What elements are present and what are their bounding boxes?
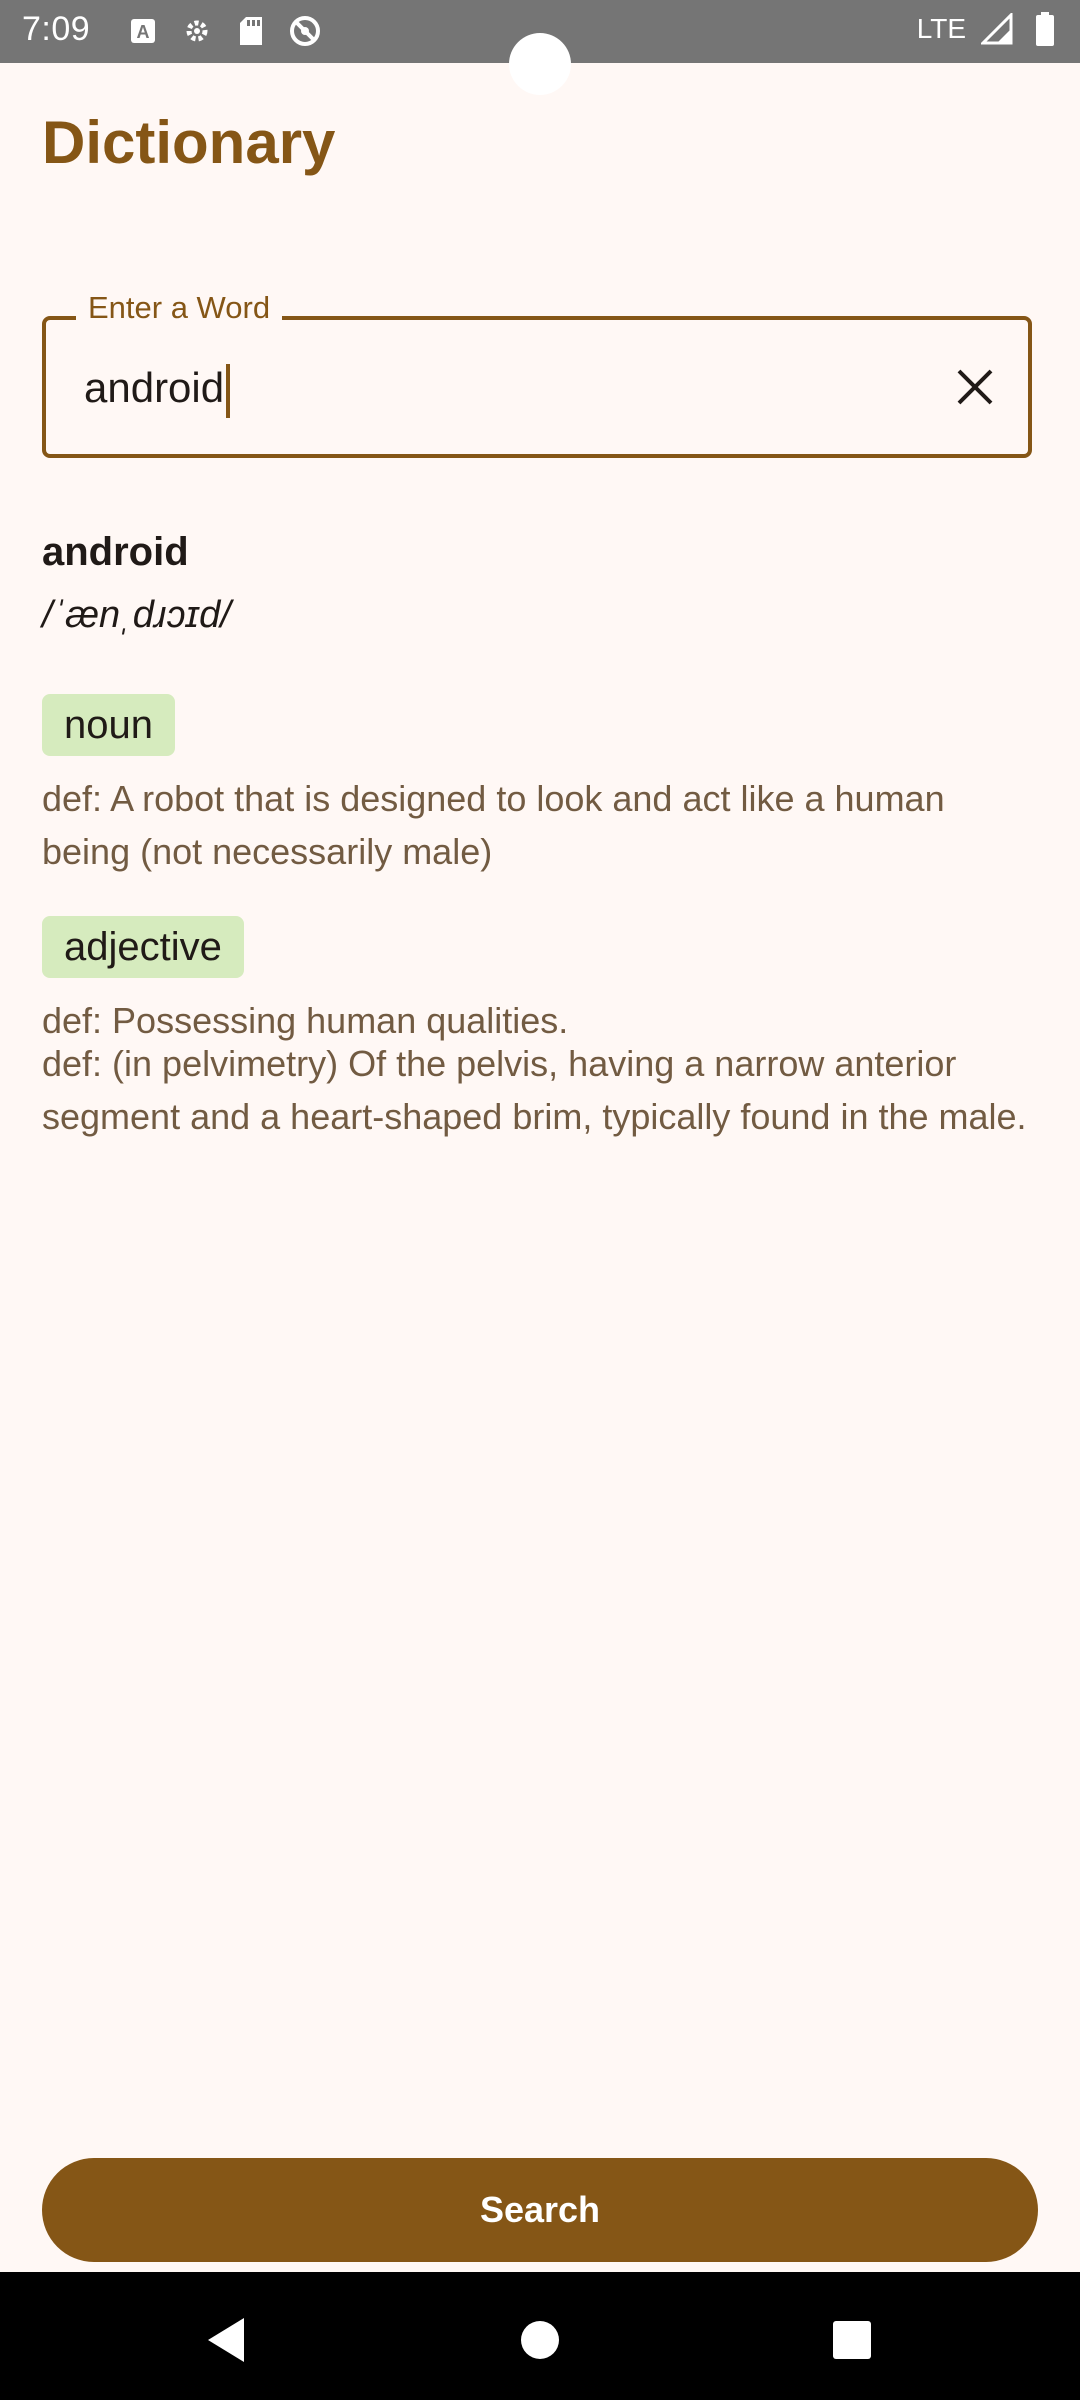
home-icon xyxy=(521,2321,559,2359)
part-of-speech-chip: adjective xyxy=(42,916,244,978)
a-icon: A xyxy=(126,14,160,48)
text-cursor xyxy=(226,364,231,418)
word-input-field[interactable]: Enter a Word android xyxy=(42,290,1032,458)
result-word: android xyxy=(42,530,189,574)
definition-text: def: (in pelvimetry) Of the pelvis, havi… xyxy=(42,1043,1027,1137)
clear-button[interactable] xyxy=(948,360,1002,414)
status-notification-icons: A xyxy=(126,14,322,48)
navigation-bar xyxy=(0,2272,1080,2400)
part-of-speech-chip: noun xyxy=(42,694,175,756)
battery-icon xyxy=(1028,12,1062,46)
back-button[interactable] xyxy=(196,2310,256,2370)
no-sync-icon xyxy=(288,14,322,48)
recents-icon xyxy=(833,2321,871,2359)
signal-icon xyxy=(980,12,1014,46)
search-button[interactable]: Search xyxy=(42,2158,1038,2262)
word-input-value: android xyxy=(84,364,225,412)
close-icon xyxy=(957,369,993,405)
camera-cutout xyxy=(509,33,571,95)
svg-text:A: A xyxy=(137,22,150,42)
recents-button[interactable] xyxy=(822,2310,882,2370)
network-type: LTE xyxy=(916,13,966,44)
definition-text: def: A robot that is designed to look an… xyxy=(42,778,945,872)
word-input-label: Enter a Word xyxy=(76,290,283,326)
home-button[interactable] xyxy=(510,2310,570,2370)
settings-icon xyxy=(180,14,214,48)
result-phonetic: /ˈænˌdɹɔɪd/ xyxy=(42,594,231,636)
status-time: 7:09 xyxy=(22,10,91,48)
word-input[interactable]: android xyxy=(84,364,231,418)
sd-card-icon xyxy=(234,14,268,48)
back-icon xyxy=(208,2318,244,2362)
status-system-icons: LTE xyxy=(917,12,1062,46)
app-title: Dictionary xyxy=(42,109,336,176)
